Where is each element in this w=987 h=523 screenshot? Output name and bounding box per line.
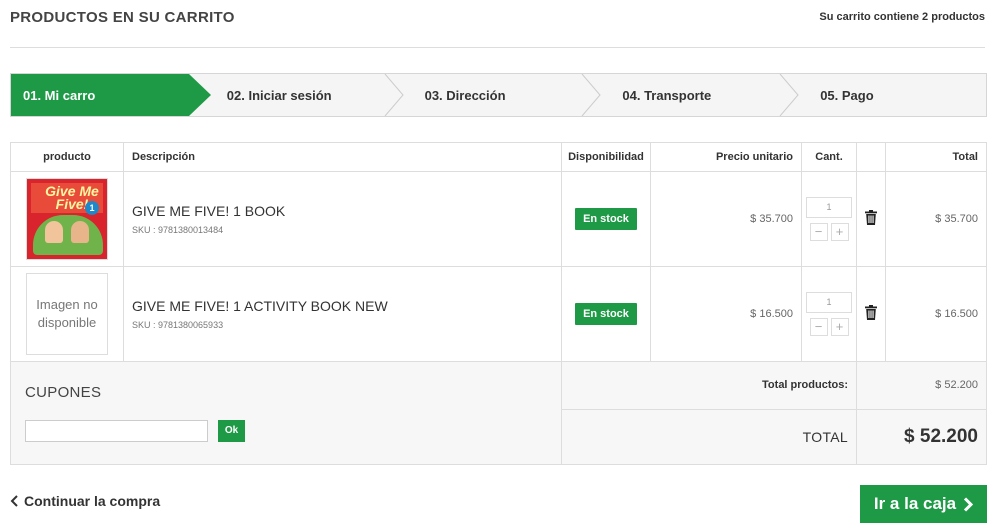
- column-header: Precio unitario: [650, 142, 802, 172]
- quantity-cell: 1 − +: [801, 171, 857, 267]
- step-separator-icon: [384, 74, 404, 116]
- cart-count-text: Su carrito contiene 2 productos: [819, 11, 985, 23]
- quantity-decrease-button[interactable]: −: [809, 223, 828, 241]
- product-sku: SKU : 9781380013484: [132, 225, 224, 235]
- book-cover-art: [33, 215, 103, 255]
- availability-cell: En stock: [561, 266, 651, 362]
- availability-cell: En stock: [561, 171, 651, 267]
- product-image-cell: Give Me Five! 1: [10, 171, 124, 267]
- step-pago[interactable]: 05. Pago: [788, 74, 986, 116]
- product-description-cell: GIVE ME FIVE! 1 ACTIVITY BOOK NEW SKU : …: [123, 266, 562, 362]
- quantity-stepper: 1 − +: [806, 292, 852, 336]
- step-label: 01. Mi carro: [23, 87, 96, 103]
- quantity-cell: 1 − +: [801, 266, 857, 362]
- step-label: 04. Transporte: [622, 87, 712, 103]
- checkout-label: Ir a la caja: [873, 494, 957, 513]
- continue-shopping-link[interactable]: Continuar la compra: [10, 493, 160, 509]
- step-separator-icon: [779, 74, 799, 116]
- continue-shopping-label: Continuar la compra: [24, 493, 161, 509]
- table-row: Give Me Five! 1 GIVE ME FIVE! 1 BOOK SKU…: [10, 171, 987, 267]
- total-products-label: Total productos:: [561, 361, 857, 410]
- page-title: PRODUCTOS EN SU CARRITO: [10, 9, 235, 26]
- header-divider: [10, 47, 985, 48]
- column-header: Total: [885, 142, 987, 172]
- grand-total-value: $ 52.200: [856, 408, 987, 466]
- total-products-value: $ 52.200: [856, 361, 987, 410]
- column-header: producto: [10, 142, 124, 172]
- table-header-row: producto Descripción Disponibilidad Prec…: [10, 142, 987, 172]
- step-separator-icon: [582, 74, 602, 116]
- coupons-title: CUPONES: [25, 384, 102, 401]
- step-label: 03. Dirección: [424, 87, 506, 103]
- unit-price: $ 16.500: [650, 266, 802, 362]
- checkout-button[interactable]: Ir a la caja: [860, 485, 987, 523]
- column-header: Disponibilidad: [561, 142, 651, 172]
- product-description-cell: GIVE ME FIVE! 1 BOOK SKU : 9781380013484: [123, 171, 562, 267]
- line-total: $ 35.700: [885, 171, 987, 267]
- step-direccion[interactable]: 03. Dirección: [393, 74, 602, 116]
- column-header: Descripción: [123, 142, 562, 172]
- product-image-cell: Imagen no disponible: [10, 266, 124, 362]
- step-iniciar-sesion[interactable]: 02. Iniciar sesión: [189, 74, 404, 116]
- book-cover-figure: [45, 221, 63, 243]
- coupons-panel: CUPONES Ok: [10, 361, 562, 465]
- column-header: Cant.: [801, 142, 857, 172]
- coupon-ok-button[interactable]: Ok: [218, 420, 245, 442]
- book-cover-badge: 1: [85, 201, 99, 215]
- quantity-input[interactable]: 1: [806, 197, 852, 218]
- product-name-link[interactable]: GIVE ME FIVE! 1 ACTIVITY BOOK NEW: [132, 298, 553, 314]
- chevron-right-icon: [964, 496, 974, 512]
- quantity-stepper: 1 − +: [806, 197, 852, 241]
- product-image-placeholder[interactable]: Imagen no disponible: [26, 273, 108, 355]
- book-cover-figure: [71, 221, 89, 243]
- delete-cell: [856, 171, 886, 267]
- quantity-increase-button[interactable]: +: [830, 318, 849, 336]
- line-total: $ 16.500: [885, 266, 987, 362]
- step-label: 02. Iniciar sesión: [226, 87, 332, 103]
- grand-total-label: TOTAL: [561, 408, 857, 466]
- quantity-decrease-button[interactable]: −: [809, 318, 828, 336]
- step-transporte[interactable]: 04. Transporte: [590, 74, 799, 116]
- table-row: Imagen no disponible GIVE ME FIVE! 1 ACT…: [10, 266, 987, 362]
- cart-table: producto Descripción Disponibilidad Prec…: [10, 142, 987, 466]
- product-sku: SKU : 9781380065933: [132, 320, 224, 330]
- chevron-left-icon: [10, 495, 18, 507]
- trash-icon[interactable]: [865, 305, 877, 320]
- stock-badge: En stock: [575, 303, 637, 325]
- quantity-increase-button[interactable]: +: [830, 223, 849, 241]
- column-header: [856, 142, 886, 172]
- delete-cell: [856, 266, 886, 362]
- quantity-input[interactable]: 1: [806, 292, 852, 313]
- coupon-input[interactable]: [25, 420, 208, 442]
- checkout-steps: 01. Mi carro 02. Iniciar sesión 03. Dire…: [10, 73, 987, 117]
- product-name-link[interactable]: GIVE ME FIVE! 1 BOOK: [132, 203, 553, 219]
- product-image[interactable]: Give Me Five! 1: [26, 178, 108, 260]
- stock-badge: En stock: [575, 208, 637, 230]
- summary-row-products: CUPONES Ok Total productos: $ 52.200: [10, 361, 987, 465]
- trash-icon[interactable]: [865, 210, 877, 225]
- step-mi-carro[interactable]: 01. Mi carro: [11, 74, 211, 116]
- unit-price: $ 35.700: [650, 171, 802, 267]
- step-label: 05. Pago: [820, 87, 874, 103]
